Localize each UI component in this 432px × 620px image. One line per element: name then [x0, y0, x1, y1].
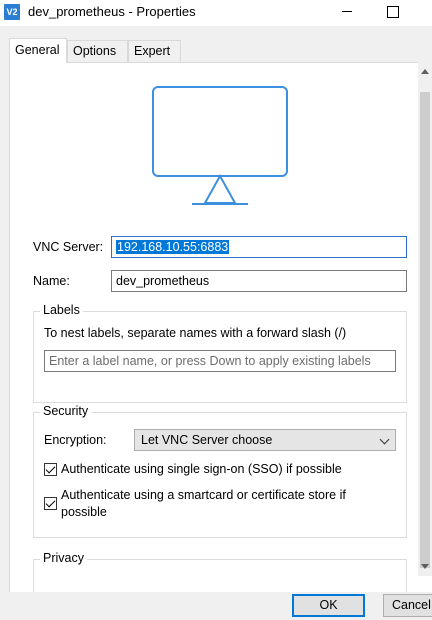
labels-group: Labels To nest labels, separate names wi… — [33, 303, 407, 403]
name-input[interactable]: dev_prometheus — [111, 270, 407, 292]
smartcard-label-line1: Authenticate using a smartcard or certif… — [61, 488, 346, 502]
smartcard-checkbox[interactable] — [44, 497, 57, 510]
maximize-button[interactable] — [378, 0, 408, 24]
monitor-icon — [152, 86, 288, 205]
vnc-server-input[interactable]: 192.168.10.55:6883 — [111, 236, 407, 258]
labels-hint: To nest labels, separate names with a fo… — [44, 326, 347, 340]
chevron-down-icon — [379, 434, 390, 445]
scroll-up-arrow-icon[interactable] — [421, 69, 429, 74]
vnc-server-value: 192.168.10.55:6883 — [116, 240, 230, 254]
general-tab-panel: VNC Server: 192.168.10.55:6883 Name: dev… — [9, 62, 432, 592]
encryption-label: Encryption: — [44, 433, 107, 447]
vertical-scrollbar[interactable] — [418, 62, 432, 576]
sso-checkbox[interactable] — [44, 463, 57, 476]
smartcard-label-line2: possible — [61, 505, 107, 519]
labels-input[interactable]: Enter a label name, or press Down to app… — [44, 350, 396, 372]
vnc-server-label: VNC Server: — [33, 240, 104, 254]
scroll-down-arrow-icon[interactable] — [421, 564, 429, 569]
title-bar: V2 dev_prometheus - Properties — [0, 0, 432, 26]
properties-window: V2 dev_prometheus - Properties General O… — [0, 0, 432, 620]
tab-expert[interactable]: Expert — [128, 40, 181, 62]
vnc-viewer-app-icon: V2 — [4, 4, 20, 20]
privacy-group: Privacy — [33, 551, 407, 592]
scrollbar-thumb[interactable] — [420, 92, 430, 568]
encryption-select[interactable]: Let VNC Server choose — [134, 429, 396, 451]
tab-general[interactable]: General — [9, 38, 67, 63]
privacy-group-title: Privacy — [40, 551, 87, 565]
encryption-select-value: Let VNC Server choose — [141, 433, 273, 447]
minimize-button[interactable] — [332, 0, 362, 24]
labels-group-title: Labels — [40, 303, 83, 317]
cancel-button[interactable]: Cancel — [383, 594, 432, 617]
name-label: Name: — [33, 274, 70, 288]
ok-button[interactable]: OK — [292, 594, 365, 617]
window-title: dev_prometheus - Properties — [28, 4, 196, 19]
security-group: Security Encryption: Let VNC Server choo… — [33, 404, 407, 538]
sso-label: Authenticate using single sign-on (SSO) … — [61, 462, 342, 476]
security-group-title: Security — [40, 404, 92, 418]
tab-options[interactable]: Options — [67, 40, 128, 62]
